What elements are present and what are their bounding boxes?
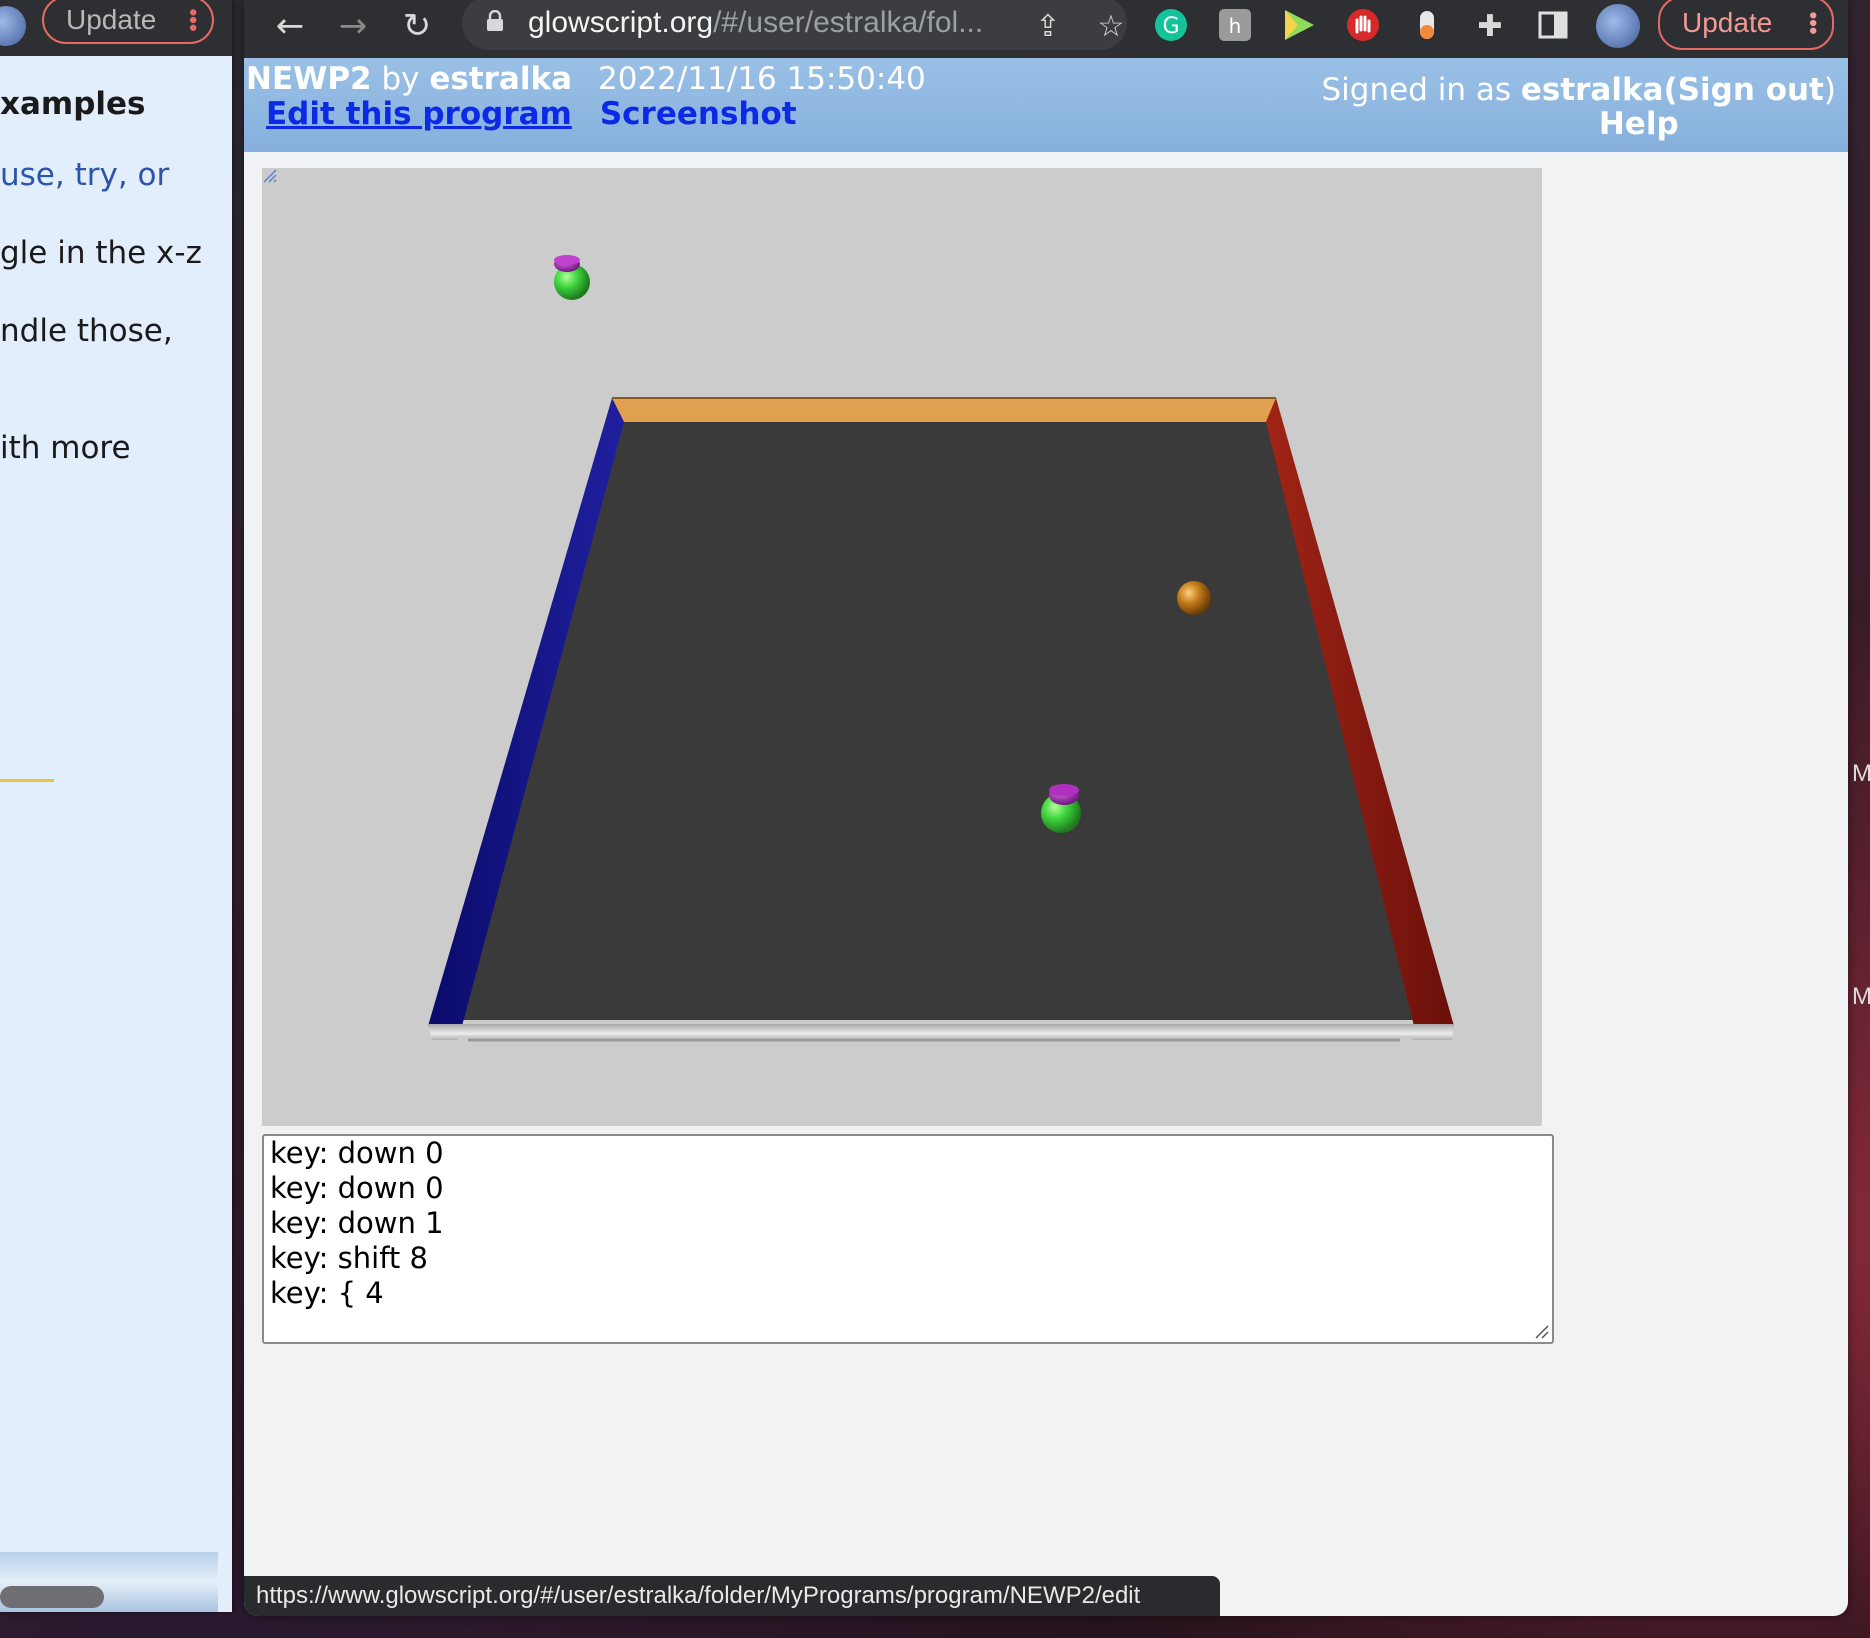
program-name: NEWP2 <box>246 61 372 97</box>
signed-in-status: Signed in as estralka(Sign out) Help <box>1322 72 1837 142</box>
url-path: /#/user/estralka/fol... <box>713 6 984 39</box>
orange-ball <box>1177 581 1211 615</box>
profile-avatar-icon[interactable] <box>0 6 26 46</box>
left-body-line: gle in the x-z <box>0 235 202 271</box>
right-edge-letter: M <box>1852 760 1870 787</box>
grammarly-extension-icon[interactable]: G <box>1152 6 1190 44</box>
url-host: glowscript.org <box>528 6 714 39</box>
canvas-resize-handle-icon[interactable] <box>262 168 278 184</box>
sign-out-paren-open: ( <box>1663 72 1678 108</box>
by-label: by <box>371 61 430 97</box>
signed-in-prefix: Signed in as <box>1321 72 1521 108</box>
right-edge-letter: M <box>1852 983 1870 1010</box>
help-link[interactable]: Help <box>1442 106 1837 142</box>
player-sphere-top <box>554 255 590 300</box>
log-line: key: down 1 <box>270 1206 444 1240</box>
program-links: Edit this program Screenshot <box>266 96 797 132</box>
background-update-label: Update <box>66 4 157 35</box>
kebab-menu-icon[interactable]: ••• <box>181 8 206 31</box>
adblock-hand-icon[interactable] <box>1344 6 1382 44</box>
bookmark-star-icon[interactable]: ☆ <box>1091 4 1131 48</box>
log-line: key: shift 8 <box>270 1241 428 1275</box>
vpython-3d-canvas[interactable] <box>262 168 1542 1126</box>
left-link-text[interactable]: use, try, or <box>0 157 169 193</box>
main-browser-window: ← → ↻ glowscript.org/#/user/estralka/fol… <box>244 0 1848 1616</box>
program-title-line: NEWP2 by estralka 2022/11/16 15:50:40 <box>246 61 926 97</box>
screenshot-link[interactable]: Screenshot <box>600 96 797 132</box>
print-output-textarea[interactable]: key: down 0 key: down 0 key: down 1 key:… <box>262 1134 1554 1344</box>
kebab-menu-icon[interactable]: ••• <box>1801 11 1826 34</box>
background-browser-toolbar: Update ••• <box>0 0 232 56</box>
program-datetime: 2022/11/16 15:50:40 <box>598 61 926 97</box>
profile-avatar-icon[interactable] <box>1596 4 1640 48</box>
program-author: estralka <box>429 61 573 97</box>
share-icon[interactable]: ⇪ <box>1028 4 1068 48</box>
left-body-line: ndle those, <box>0 313 173 349</box>
lock-icon[interactable] <box>486 10 504 32</box>
pill-extension-icon[interactable] <box>1408 6 1446 44</box>
scene-render <box>428 255 1454 1042</box>
play-extension-icon[interactable] <box>1280 6 1318 44</box>
divider-line <box>0 779 54 782</box>
back-arrow-icon[interactable]: ← <box>268 4 312 48</box>
browser-toolbar: ← → ↻ glowscript.org/#/user/estralka/fol… <box>244 0 1848 58</box>
update-button[interactable]: Update ••• <box>1658 0 1834 50</box>
textarea-resize-grip-icon[interactable] <box>1534 1324 1550 1340</box>
svg-text:h: h <box>1229 14 1242 38</box>
signed-in-user: estralka <box>1520 72 1664 108</box>
forward-arrow-icon[interactable]: → <box>331 4 375 48</box>
sign-out-paren-close: ) <box>1823 72 1836 108</box>
log-line: key: down 0 <box>270 1171 444 1205</box>
side-panel-icon[interactable] <box>1534 6 1572 44</box>
background-update-button[interactable]: Update ••• <box>42 0 214 44</box>
link-preview-statusbar: https://www.glowscript.org/#/user/estral… <box>244 1576 1220 1616</box>
edit-program-link[interactable]: Edit this program <box>266 96 572 132</box>
glowscript-header: NEWP2 by estralka 2022/11/16 15:50:40 Edi… <box>244 58 1848 152</box>
extensions-puzzle-icon[interactable]: ✚ <box>1470 4 1510 48</box>
log-line: key: down 0 <box>270 1136 444 1170</box>
horizontal-scrollbar[interactable] <box>0 1586 104 1608</box>
svg-text:G: G <box>1162 14 1179 39</box>
left-body-line: ith more <box>0 430 131 466</box>
arena-back-wall <box>612 398 1276 422</box>
arena-front-wall <box>428 1024 1454 1040</box>
sign-out-link[interactable]: Sign out <box>1678 72 1824 108</box>
log-line: key: { 4 <box>270 1276 384 1310</box>
background-browser-window[interactable]: Update ••• xamples use, try, or gle in t… <box>0 0 232 1612</box>
hypothesis-extension-icon[interactable]: h <box>1216 6 1254 44</box>
update-button-label: Update <box>1682 7 1773 38</box>
reload-icon[interactable]: ↻ <box>395 4 439 48</box>
left-heading-examples: xamples <box>0 86 146 122</box>
